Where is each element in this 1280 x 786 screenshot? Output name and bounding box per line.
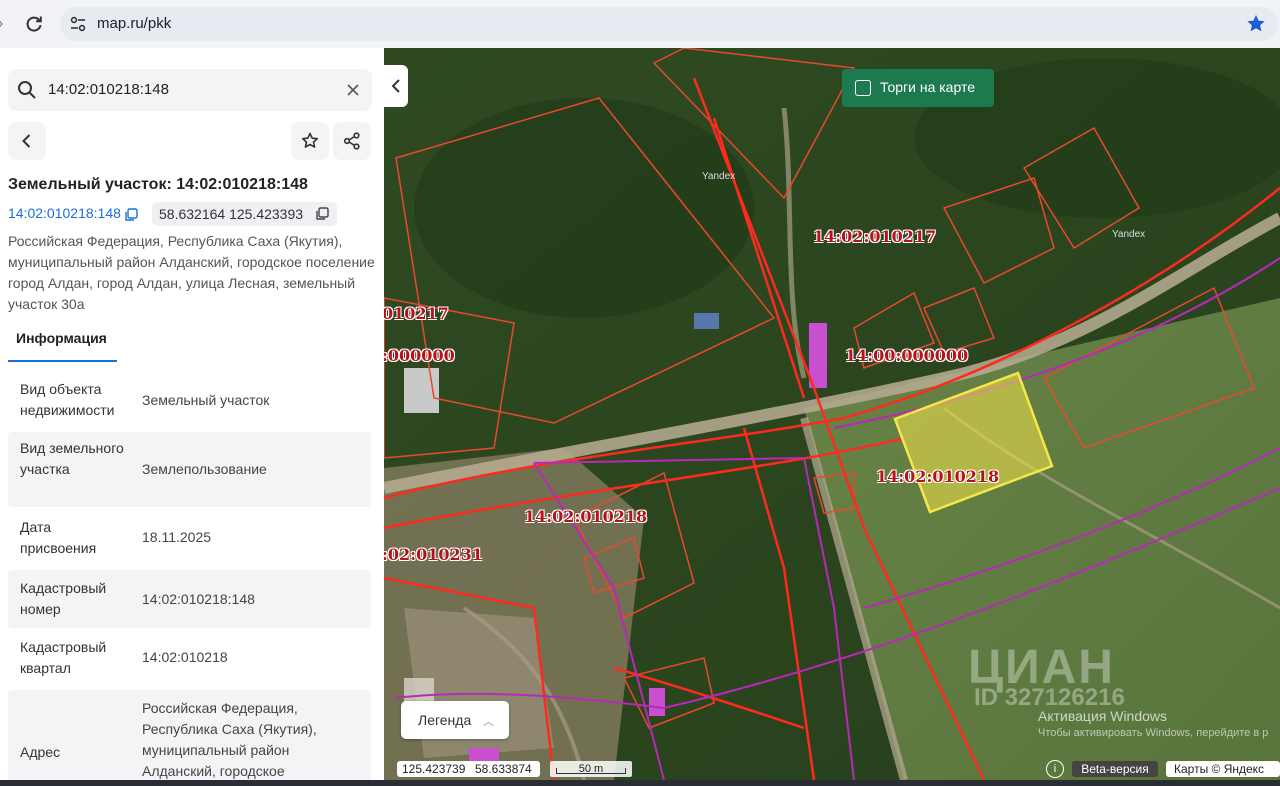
info-row: Адрес Российская Федерация, Республика С… [8,690,371,786]
url-text: map.ru/pkk [97,15,172,32]
tab-label: Информация [16,330,107,346]
address-bar[interactable]: map.ru/pkk [60,7,1278,41]
parcel-title: Земельный участок: 14:02:010218:148 [8,176,308,193]
auctions-toggle[interactable]: Торги на карте [842,69,994,107]
search-value: 14:02:010218:148 [48,81,169,98]
windows-activation-subtitle: Чтобы активировать Windows, перейдите в … [1038,727,1269,739]
copy-icon[interactable] [315,207,329,221]
collapse-panel-button[interactable] [384,65,408,107]
info-value: Российская Федерация, Республика Саха (Я… [142,700,317,779]
tile-label: Yandex [1112,229,1146,240]
parcel-info-panel: 14:02:010218:148 Земельный участок: 14:0… [0,48,384,786]
info-row: Дата присвоения 18.11.2025 [8,507,371,570]
info-key: Вид земельного участка [20,440,124,477]
cursor-latitude: 58.633874 [475,762,532,776]
quarter-label-010217[interactable]: 14:02:010217 [813,227,936,246]
info-table: Вид объекта недвижимости Земельный участ… [8,368,371,786]
info-value: 14:02:010218 [142,649,228,665]
copy-icon[interactable] [124,208,138,222]
share-button[interactable] [333,122,371,160]
star-outline-icon [301,132,319,148]
favorite-button[interactable] [291,122,329,160]
info-key: Дата присвоения [20,519,97,556]
beta-badge[interactable]: Beta-версия [1072,761,1158,777]
legend-button[interactable]: Легенда ︿ [401,701,509,739]
quarter-label-000000[interactable]: 14:00:000000 [845,346,968,365]
chevron-up-icon: ︿ [483,716,494,728]
info-row: Вид объекта недвижимости Земельный участ… [8,368,371,432]
map-copyright[interactable]: Карты © Яндекс [1166,761,1280,777]
info-row: Кадастровый квартал 14:02:010218 [8,628,371,690]
taskbar-edge [0,780,1280,786]
info-row: Кадастровый номер 14:02:010218:148 [8,570,371,628]
quarter-label-010217-partial[interactable]: 010217 [384,304,449,323]
windows-activation-title: Активация Windows [1038,708,1168,724]
cursor-longitude: 125.423739 [402,762,466,776]
info-value: 14:02:010218:148 [142,591,255,607]
reload-icon[interactable] [22,12,46,36]
quarter-label-000000-left[interactable]: :000000 [384,346,455,365]
map-scale: 50 m [550,761,632,777]
search-icon [18,81,36,99]
quarter-label-010231[interactable]: :02:010231 [384,545,483,564]
back-button[interactable] [8,122,46,160]
site-settings-icon[interactable] [68,14,88,34]
info-key: Вид объекта недвижимости [20,381,115,418]
checkbox[interactable] [855,80,871,96]
cadastral-map[interactable]: Yandex Yandex 14:02:010217 010217 :00000… [384,48,1280,780]
info-value: Земельный участок [142,392,270,408]
search-input[interactable]: 14:02:010218:148 [8,69,372,111]
bookmark-star-icon[interactable] [1244,12,1268,36]
info-row: Вид земельного участка Землепользование [8,432,371,507]
legend-label: Легенда [418,712,472,728]
tab-information[interactable]: Информация [8,320,117,362]
info-key: Кадастровый квартал [20,639,107,676]
chevron-left-icon [391,79,400,93]
info-value: Землепользование [142,461,267,477]
info-icon[interactable]: i [1046,760,1064,778]
info-value: 18.11.2025 [142,529,212,545]
coordinates-text: 58.632164 125.423393 [159,206,304,222]
cursor-coordinates: 125.423739 58.633874 [397,761,540,777]
cadastral-number-link[interactable]: 14:02:010218:148 [8,205,121,221]
info-key: Кадастровый номер [20,580,107,617]
browser-toolbar: › map.ru/pkk [0,0,1280,48]
forward-icon[interactable]: › [0,14,10,34]
quarter-label-010218[interactable]: 14:02:010218 [524,507,647,526]
coordinates-chip[interactable]: 58.632164 125.423393 [152,202,337,226]
auctions-label: Торги на карте [880,79,975,95]
tile-label: Yandex [702,171,736,182]
satellite-map-layer [384,48,1280,780]
share-icon [343,132,360,150]
chevron-left-icon [22,134,31,148]
parcel-address: Российская Федерация, Республика Саха (Я… [8,233,375,312]
close-icon[interactable] [344,81,362,99]
info-key: Адрес [20,744,61,760]
quarter-label-010218-selected[interactable]: 14:02:010218 [876,467,999,486]
